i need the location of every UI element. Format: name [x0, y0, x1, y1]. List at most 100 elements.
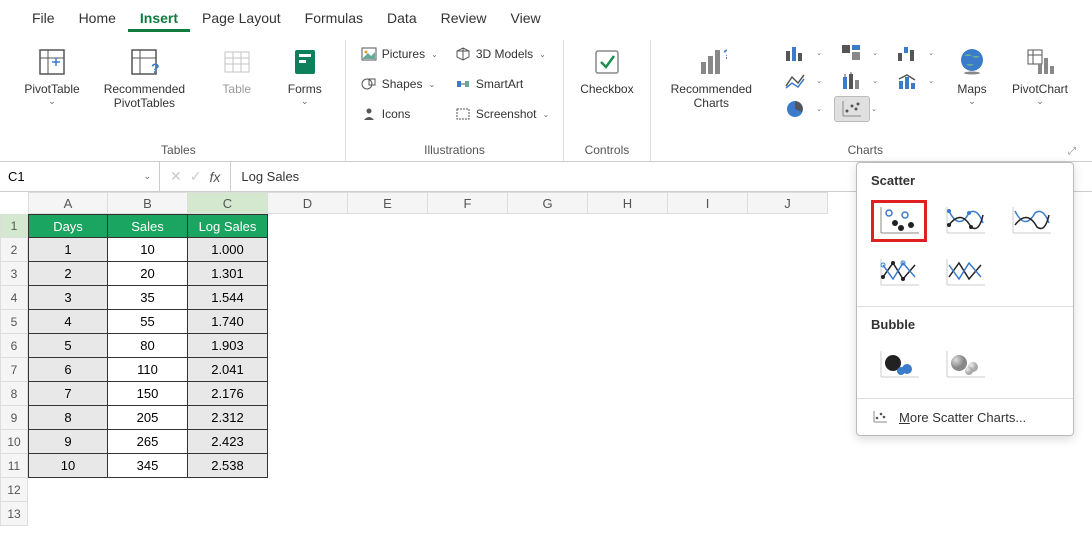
table-button[interactable]: Table: [207, 40, 267, 100]
smartart-button[interactable]: SmartArt: [450, 70, 553, 98]
row-header-4[interactable]: 4: [0, 286, 28, 310]
col-header-a[interactable]: A: [28, 192, 108, 214]
col-header-j[interactable]: J: [748, 192, 828, 214]
tab-page-layout[interactable]: Page Layout: [190, 6, 293, 32]
recommended-charts-button[interactable]: ? Recommended Charts: [661, 40, 762, 115]
col-header-h[interactable]: H: [588, 192, 668, 214]
tab-home[interactable]: Home: [67, 6, 128, 32]
more-scatter-charts-button[interactable]: More Scatter Charts...: [857, 398, 1073, 435]
row-header-13[interactable]: 13: [0, 502, 28, 526]
row-header-10[interactable]: 10: [0, 430, 28, 454]
tab-view[interactable]: View: [499, 6, 553, 32]
cell-a8[interactable]: 7: [28, 382, 108, 406]
col-header-c[interactable]: C: [188, 192, 268, 214]
pivotchart-button[interactable]: PivotChart ⌄: [1010, 40, 1070, 111]
row-header-9[interactable]: 9: [0, 406, 28, 430]
cell-c2[interactable]: 1.000: [188, 238, 268, 262]
scatter-option-straight-lines[interactable]: [937, 252, 993, 294]
cell-b4[interactable]: 35: [108, 286, 188, 310]
cell-b9[interactable]: 205: [108, 406, 188, 430]
cell-a5[interactable]: 4: [28, 310, 108, 334]
forms-button[interactable]: Forms ⌄: [275, 40, 335, 111]
hierarchy-chart-button[interactable]: ⌄: [834, 40, 870, 66]
cell-c5[interactable]: 1.740: [188, 310, 268, 334]
row-header-7[interactable]: 7: [0, 358, 28, 382]
tab-formulas[interactable]: Formulas: [293, 6, 375, 32]
pivot-table-button[interactable]: PivotTable ⌄: [22, 40, 82, 111]
cell-c11[interactable]: 2.538: [188, 454, 268, 478]
row-header-6[interactable]: 6: [0, 334, 28, 358]
cell-a3[interactable]: 2: [28, 262, 108, 286]
cell-b7[interactable]: 110: [108, 358, 188, 382]
cell-c1[interactable]: Log Sales: [188, 214, 268, 238]
cell-c8[interactable]: 2.176: [188, 382, 268, 406]
cell-b2[interactable]: 10: [108, 238, 188, 262]
waterfall-chart-button[interactable]: ⌄: [890, 40, 926, 66]
cell-a2[interactable]: 1: [28, 238, 108, 262]
pie-chart-button[interactable]: ⌄: [778, 96, 814, 122]
icons-button[interactable]: Icons: [356, 100, 442, 128]
row-header-12[interactable]: 12: [0, 478, 28, 502]
row-header-8[interactable]: 8: [0, 382, 28, 406]
cell-b8[interactable]: 150: [108, 382, 188, 406]
col-header-i[interactable]: I: [668, 192, 748, 214]
cell-a1[interactable]: Days: [28, 214, 108, 238]
cell-b5[interactable]: 55: [108, 310, 188, 334]
cell-b1[interactable]: Sales: [108, 214, 188, 238]
col-header-e[interactable]: E: [348, 192, 428, 214]
cell-b3[interactable]: 20: [108, 262, 188, 286]
combo-chart-button[interactable]: ⌄: [890, 68, 926, 94]
col-header-b[interactable]: B: [108, 192, 188, 214]
shapes-button[interactable]: Shapes ⌄: [356, 70, 442, 98]
col-header-d[interactable]: D: [268, 192, 348, 214]
screenshot-button[interactable]: Screenshot ⌄: [450, 100, 553, 128]
bubble-option-3d[interactable]: [937, 344, 993, 386]
row-header-2[interactable]: 2: [0, 238, 28, 262]
cell-b10[interactable]: 265: [108, 430, 188, 454]
recommended-pivot-button[interactable]: ? Recommended PivotTables: [90, 40, 199, 115]
statistic-chart-button[interactable]: ⌄: [834, 68, 870, 94]
row-header-3[interactable]: 3: [0, 262, 28, 286]
tab-review[interactable]: Review: [429, 6, 499, 32]
line-chart-button[interactable]: ⌄: [778, 68, 814, 94]
cell-a11[interactable]: 10: [28, 454, 108, 478]
maps-button[interactable]: Maps ⌄: [942, 40, 1002, 111]
scatter-option-smooth-lines[interactable]: [1003, 200, 1059, 242]
cell-c7[interactable]: 2.041: [188, 358, 268, 382]
scatter-option-straight-lines-markers[interactable]: [871, 252, 927, 294]
col-header-g[interactable]: G: [508, 192, 588, 214]
pictures-button[interactable]: Pictures ⌄: [356, 40, 442, 68]
checkbox-button[interactable]: Checkbox: [574, 40, 639, 100]
row-header-5[interactable]: 5: [0, 310, 28, 334]
accept-formula-icon[interactable]: ✓: [190, 168, 202, 185]
cell-a7[interactable]: 6: [28, 358, 108, 382]
bubble-option-2d[interactable]: [871, 344, 927, 386]
name-box[interactable]: C1 ⌄: [0, 162, 160, 191]
fx-icon[interactable]: fx: [209, 169, 220, 185]
cell-c10[interactable]: 2.423: [188, 430, 268, 454]
tab-data[interactable]: Data: [375, 6, 429, 32]
scatter-option-markers[interactable]: [871, 200, 927, 242]
charts-dialog-launcher[interactable]: ⤢: [1068, 146, 1076, 157]
cell-b11[interactable]: 345: [108, 454, 188, 478]
col-header-f[interactable]: F: [428, 192, 508, 214]
column-chart-button[interactable]: ⌄: [778, 40, 814, 66]
tab-insert[interactable]: Insert: [128, 6, 190, 32]
icons-label: Icons: [382, 107, 411, 121]
cell-a9[interactable]: 8: [28, 406, 108, 430]
scatter-chart-button[interactable]: ⌄: [834, 96, 870, 122]
row-header-1[interactable]: 1: [0, 214, 28, 238]
cell-c3[interactable]: 1.301: [188, 262, 268, 286]
row-header-11[interactable]: 11: [0, 454, 28, 478]
cancel-formula-icon[interactable]: ✕: [170, 168, 182, 185]
cell-a4[interactable]: 3: [28, 286, 108, 310]
cell-a6[interactable]: 5: [28, 334, 108, 358]
cell-a10[interactable]: 9: [28, 430, 108, 454]
cell-b6[interactable]: 80: [108, 334, 188, 358]
cell-c4[interactable]: 1.544: [188, 286, 268, 310]
scatter-option-smooth-lines-markers[interactable]: [937, 200, 993, 242]
cell-c9[interactable]: 2.312: [188, 406, 268, 430]
cell-c6[interactable]: 1.903: [188, 334, 268, 358]
3d-models-button[interactable]: 3D Models ⌄: [450, 40, 553, 68]
tab-file[interactable]: File: [20, 6, 67, 32]
